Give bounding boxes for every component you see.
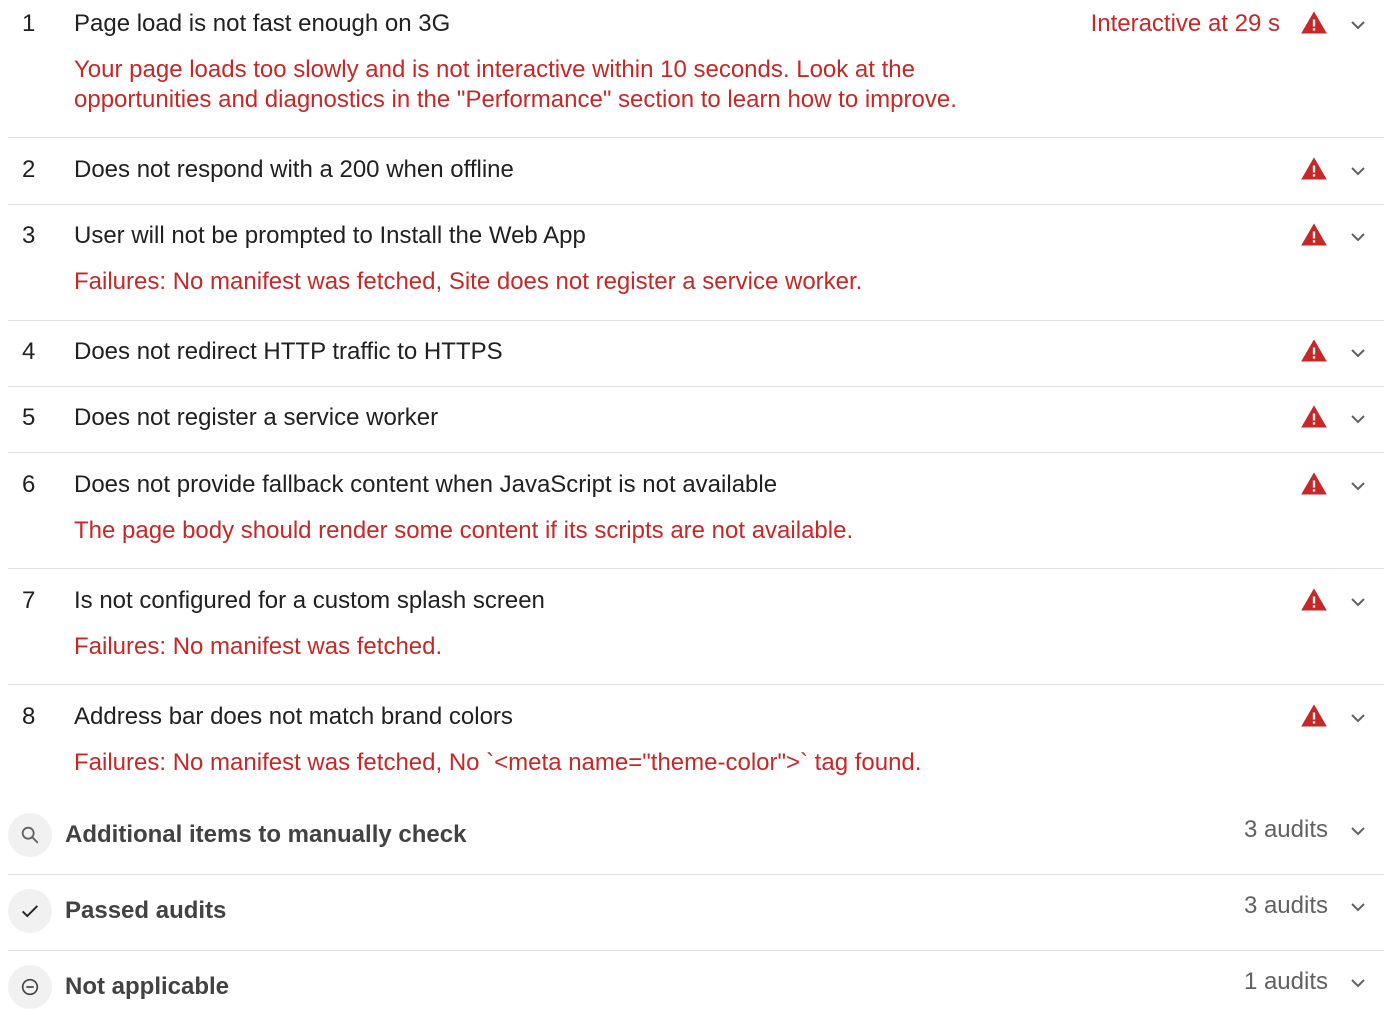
audit-title: Does not respond with a 200 when offline [74, 156, 514, 183]
audit-display-value: Interactive at 29 s [1090, 10, 1280, 37]
chevron-down-icon[interactable] [1346, 13, 1370, 37]
chevron-down-icon[interactable] [1346, 895, 1370, 919]
chevron-down-icon[interactable] [1346, 819, 1370, 843]
warning-icon [1301, 339, 1327, 362]
group-title: Additional items to manually check [65, 821, 467, 848]
warning-icon [1301, 157, 1327, 180]
audit-title: Does not provide fallback content when J… [74, 471, 778, 498]
audit-item-3[interactable]: 3 User will not be prompted to Install t… [8, 221, 1384, 321]
audit-index: 1 [22, 10, 36, 37]
audit-index: 7 [22, 587, 36, 614]
warning-icon [1301, 405, 1327, 428]
audit-item-6[interactable]: 6 Does not provide fallback content when… [8, 470, 1384, 569]
group-count: 3 audits [1243, 816, 1328, 843]
warning-icon [1301, 223, 1327, 246]
audit-description: The page body should render some content… [74, 517, 854, 544]
audit-item-8[interactable]: 8 Address bar does not match brand color… [8, 702, 1384, 792]
checkmark-icon [8, 889, 52, 933]
audit-description: Failures: No manifest was fetched. [74, 633, 443, 660]
warning-icon [1301, 588, 1327, 611]
group-passed-audits[interactable]: Passed audits 3 audits [8, 889, 1384, 951]
audit-description: Your page loads too slowly and is not in… [74, 56, 957, 113]
audit-index: 8 [22, 703, 36, 730]
group-manual-check[interactable]: Additional items to manually check 3 aud… [8, 813, 1384, 875]
audit-title: Does not redirect HTTP traffic to HTTPS [74, 338, 503, 365]
audit-item-2[interactable]: 2 Does not respond with a 200 when offli… [8, 155, 1384, 205]
group-count: 1 audits [1243, 968, 1328, 995]
group-title: Passed audits [65, 897, 227, 924]
audit-description: Failures: No manifest was fetched, Site … [74, 268, 863, 295]
chevron-down-icon[interactable] [1346, 341, 1370, 365]
chevron-down-icon[interactable] [1346, 971, 1370, 995]
audit-index: 6 [22, 471, 36, 498]
chevron-down-icon[interactable] [1346, 159, 1370, 183]
audit-item-1[interactable]: 1 Page load is not fast enough on 3G Int… [8, 9, 1384, 138]
audit-title: Does not register a service worker [74, 404, 439, 431]
audit-title: Is not configured for a custom splash sc… [74, 587, 545, 614]
warning-icon [1301, 472, 1327, 495]
audit-index: 2 [22, 156, 36, 183]
warning-icon [1301, 704, 1327, 727]
audit-item-7[interactable]: 7 Is not configured for a custom splash … [8, 586, 1384, 685]
audit-item-4[interactable]: 4 Does not redirect HTTP traffic to HTTP… [8, 337, 1384, 387]
audit-index: 5 [22, 404, 36, 431]
audit-index: 3 [22, 222, 36, 249]
group-not-applicable[interactable]: Not applicable 1 audits [8, 965, 1384, 1009]
chevron-down-icon[interactable] [1346, 590, 1370, 614]
audit-item-5[interactable]: 5 Does not register a service worker [8, 403, 1384, 453]
minus-circle-icon [8, 965, 52, 1009]
audit-title: Page load is not fast enough on 3G [74, 10, 451, 37]
audit-index: 4 [22, 338, 36, 365]
group-count: 3 audits [1243, 892, 1328, 919]
chevron-down-icon[interactable] [1346, 474, 1370, 498]
warning-icon [1301, 11, 1327, 34]
chevron-down-icon[interactable] [1346, 407, 1370, 431]
audit-title: User will not be prompted to Install the… [74, 222, 586, 249]
chevron-down-icon[interactable] [1346, 706, 1370, 730]
group-title: Not applicable [65, 973, 230, 1000]
search-icon [8, 813, 52, 857]
audit-description: Failures: No manifest was fetched, No `<… [74, 749, 922, 776]
chevron-down-icon[interactable] [1346, 225, 1370, 249]
audit-title: Address bar does not match brand colors [74, 703, 513, 730]
